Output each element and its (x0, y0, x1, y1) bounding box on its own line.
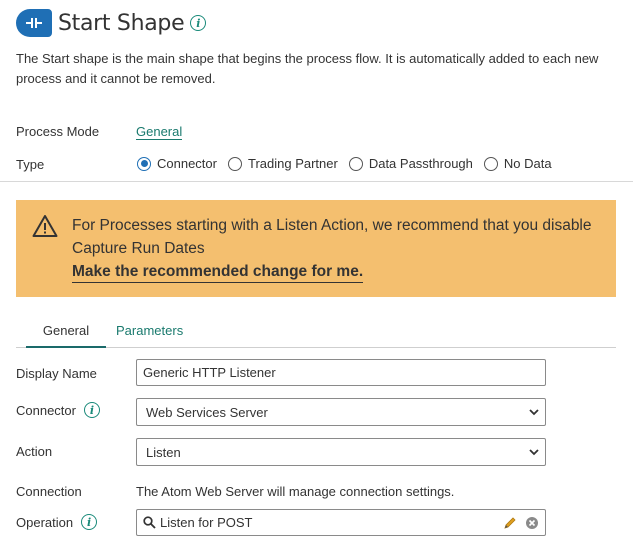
radio-trading-partner[interactable] (227, 156, 242, 171)
apply-recommended-change-link[interactable]: Make the recommended change for me. (72, 262, 364, 283)
connector-label-row: Connector i (16, 402, 100, 418)
action-select[interactable]: Listen (136, 438, 546, 466)
radio-label: Trading Partner (247, 156, 338, 171)
type-option-trading-partner[interactable]: Trading Partner (227, 156, 338, 171)
page-title: Start Shape (58, 10, 185, 36)
radio-label: Data Passthrough (368, 156, 473, 171)
radio-no-data[interactable] (483, 156, 498, 171)
operation-field[interactable]: Listen for POST (136, 509, 546, 536)
radio-connector[interactable] (137, 156, 151, 171)
chevron-down-icon (529, 409, 539, 416)
connection-info: The Atom Web Server will manage connecti… (136, 484, 455, 499)
action-label: Action (16, 444, 53, 459)
operation-label-row: Operation i (16, 514, 98, 530)
warning-icon (32, 215, 58, 237)
radio-data-passthrough[interactable] (348, 156, 363, 171)
operation-actions (503, 516, 539, 530)
connector-value: Web Services Server (146, 404, 268, 420)
type-option-connector[interactable]: Connector (137, 156, 217, 171)
info-icon[interactable]: i (83, 402, 100, 418)
display-name-input[interactable]: Generic HTTP Listener (136, 359, 546, 386)
start-shape-icon (16, 9, 52, 37)
action-value: Listen (146, 444, 181, 460)
process-mode-label: Process Mode (16, 124, 100, 139)
type-option-no-data[interactable]: No Data (483, 156, 552, 171)
tab-parameters[interactable]: Parameters (116, 323, 183, 338)
operation-label: Operation (16, 514, 74, 530)
shape-description: The Start shape is the main shape that b… (16, 51, 599, 86)
type-option-data-passthrough[interactable]: Data Passthrough (348, 156, 473, 171)
radio-label: No Data (503, 156, 552, 171)
connection-label: Connection (16, 484, 82, 499)
chevron-down-icon (529, 449, 539, 456)
tab-general[interactable]: General (26, 323, 106, 348)
display-name-label: Display Name (16, 366, 97, 381)
warning-message: For Processes starting with a Listen Act… (72, 217, 592, 257)
operation-value: Listen for POST (160, 515, 253, 530)
connector-label: Connector (16, 402, 76, 418)
info-icon[interactable]: i (81, 514, 98, 530)
connector-select[interactable]: Web Services Server (136, 398, 546, 426)
type-radio-group: Connector Trading Partner Data Passthrou… (137, 156, 563, 171)
search-icon (143, 516, 156, 529)
radio-label: Connector (157, 156, 217, 171)
type-label: Type (16, 157, 45, 172)
info-icon[interactable]: i (190, 15, 207, 31)
edit-pencil-icon[interactable] (503, 516, 517, 530)
section-divider (0, 181, 633, 182)
process-mode-link[interactable]: General (136, 124, 183, 140)
clear-icon[interactable] (525, 516, 539, 530)
warning-banner: For Processes starting with a Listen Act… (16, 200, 616, 297)
tab-bar: General Parameters (16, 319, 616, 348)
page-header: Start Shape i (16, 8, 207, 38)
